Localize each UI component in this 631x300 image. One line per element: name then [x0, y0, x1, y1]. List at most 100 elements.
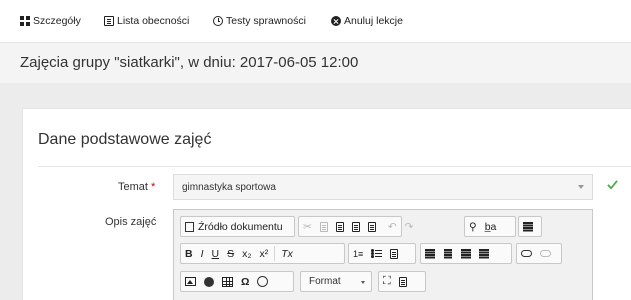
align-right-icon — [461, 249, 471, 258]
bulleted-list-icon — [371, 249, 383, 258]
card-divider — [38, 166, 631, 167]
undo-button[interactable]: ↶ — [384, 217, 401, 236]
show-blocks-icon — [398, 276, 407, 287]
tools-group: ⛶ — [378, 271, 426, 292]
list-group: 1≡ — [348, 243, 416, 264]
description-label: Opis zajęć — [105, 216, 157, 228]
format-dropdown-label: Format — [309, 276, 341, 287]
paste-icon — [335, 221, 344, 232]
select-all-group — [518, 216, 542, 237]
underline-button[interactable]: U — [208, 244, 224, 263]
align-right-button[interactable] — [457, 244, 475, 263]
checkmark-icon — [607, 180, 618, 190]
maximize-button[interactable]: ⛶ — [379, 272, 395, 291]
nav-attendance-link[interactable]: Lista obecności — [104, 15, 189, 27]
redo-button[interactable]: ↷ — [401, 217, 418, 236]
align-group — [420, 243, 512, 264]
globe-icon — [257, 276, 269, 287]
copy-button[interactable] — [316, 217, 332, 236]
show-blocks-button[interactable] — [395, 272, 411, 291]
find-button[interactable]: ⚲ — [465, 217, 481, 236]
cut-button[interactable]: ✂ — [299, 217, 316, 236]
strikethrough-icon: S — [227, 247, 235, 260]
chevron-down-icon — [361, 281, 365, 284]
blockquote-button[interactable] — [386, 244, 402, 263]
align-left-icon — [425, 249, 435, 258]
rich-text-editor[interactable]: Źródło dokumentu ✂ ↶ ↷ ⚲ b̲a B I U S x₂ — [173, 209, 593, 300]
ordered-list-button[interactable]: 1≡ — [349, 244, 367, 263]
align-center-icon — [443, 249, 453, 258]
redo-icon: ↷ — [404, 220, 414, 233]
topic-label-text: Temat — [118, 181, 148, 193]
basic-styles-group: B I U S x₂ x² Tx — [180, 243, 345, 264]
page-title: Zajęcia grupy "siatkarki", w dniu: 2017-… — [20, 54, 359, 71]
flash-button[interactable] — [200, 272, 218, 291]
grid-icon — [20, 16, 30, 26]
underline-icon: U — [211, 247, 220, 260]
div-container-icon — [390, 248, 399, 259]
ordered-list-icon: 1≡ — [353, 248, 364, 259]
required-marker: * — [151, 181, 156, 193]
superscript-button[interactable]: x² — [255, 244, 272, 263]
table-button[interactable] — [218, 272, 237, 291]
bold-button[interactable]: B — [181, 244, 197, 263]
topic-select[interactable]: gimnastyka sportowa — [173, 174, 593, 200]
nav-fitness-tests-link[interactable]: Testy sprawności — [213, 15, 306, 27]
paste-word-button[interactable] — [364, 217, 380, 236]
strike-button[interactable]: S — [223, 244, 238, 263]
italic-button[interactable]: I — [197, 244, 208, 263]
link-group — [516, 243, 562, 264]
topic-label: Temat * — [118, 181, 155, 193]
table-icon — [222, 276, 233, 287]
nav-details-link[interactable]: Szczegóły — [20, 15, 81, 27]
maximize-icon: ⛶ — [383, 275, 391, 287]
align-left-button[interactable] — [421, 244, 439, 263]
search-icon: ⚲ — [469, 220, 477, 233]
unlink-icon — [540, 250, 551, 257]
subscript-icon: x₂ — [242, 247, 252, 260]
image-button[interactable] — [181, 272, 200, 291]
unlink-button[interactable] — [536, 244, 555, 263]
paste-word-icon — [367, 221, 376, 232]
undo-icon: ↶ — [387, 220, 397, 233]
source-button-label: Źródło dokumentu — [198, 220, 283, 233]
top-navigation-bar: Szczegóły Lista obecności Testy sprawnoś… — [0, 0, 631, 43]
remove-format-button[interactable]: Tx — [277, 244, 297, 263]
format-dropdown[interactable]: Format — [300, 271, 372, 292]
nav-details-label: Szczegóły — [33, 15, 81, 27]
replace-button[interactable]: b̲a — [481, 217, 501, 236]
bulleted-list-button[interactable] — [367, 244, 386, 263]
italic-icon: I — [200, 247, 204, 260]
source-group: Źródło dokumentu — [180, 216, 295, 237]
insert-group: Ω — [180, 271, 294, 292]
special-char-button[interactable]: Ω — [237, 272, 253, 291]
select-all-button[interactable] — [519, 217, 537, 236]
paste-text-button[interactable] — [348, 217, 364, 236]
iframe-button[interactable] — [253, 272, 272, 291]
find-group: ⚲ b̲a — [464, 216, 516, 237]
scissors-icon: ✂ — [303, 220, 312, 233]
replace-icon: b̲a — [484, 220, 497, 233]
align-center-button[interactable] — [439, 244, 457, 263]
superscript-icon: x² — [259, 247, 269, 260]
topic-select-value: gimnastyka sportowa — [182, 182, 276, 193]
remove-format-icon: Tx — [281, 247, 293, 260]
image-icon — [185, 277, 196, 286]
page-header: Zajęcia grupy "siatkarki", w dniu: 2017-… — [0, 43, 631, 83]
nav-cancel-lesson-link[interactable]: Anuluj lekcje — [331, 15, 403, 27]
link-icon — [521, 250, 532, 257]
chevron-down-icon — [578, 185, 584, 189]
basic-data-card: Dane podstawowe zajęć Temat * gimnastyka… — [22, 108, 631, 300]
paste-button[interactable] — [332, 217, 348, 236]
cancel-circle-icon — [331, 16, 341, 26]
link-button[interactable] — [517, 244, 536, 263]
toolbar-separator — [274, 246, 276, 261]
source-icon — [185, 221, 194, 232]
clipboard-group: ✂ ↶ ↷ — [298, 216, 413, 237]
source-button[interactable]: Źródło dokumentu — [181, 217, 287, 236]
select-all-icon — [523, 222, 533, 231]
bold-icon: B — [185, 247, 193, 260]
justify-button[interactable] — [475, 244, 493, 263]
paste-text-icon — [351, 221, 360, 232]
subscript-button[interactable]: x₂ — [238, 244, 255, 263]
